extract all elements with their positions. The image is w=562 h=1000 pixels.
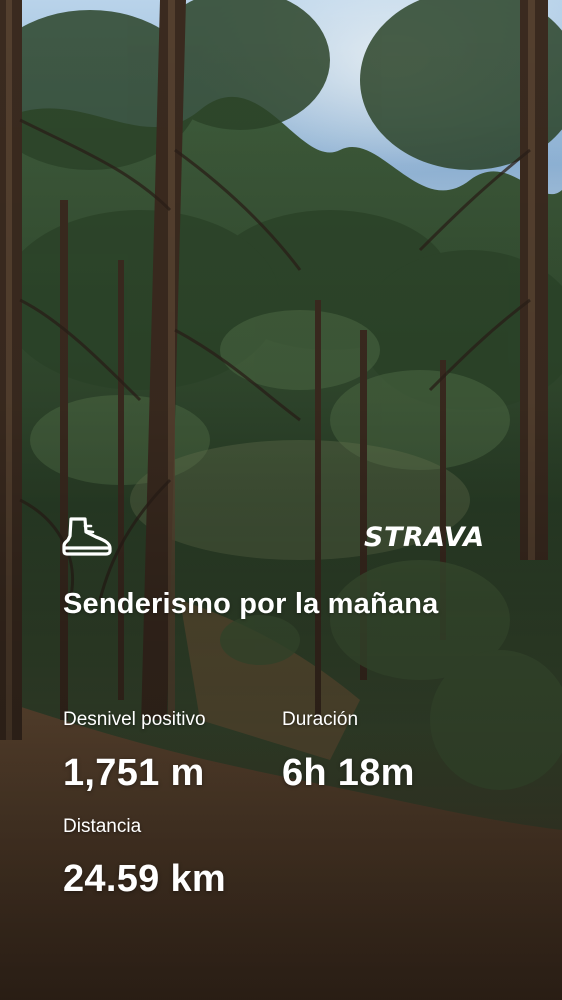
duration-label: Duración <box>282 709 359 730</box>
text-scrim <box>0 0 562 1000</box>
hiking-boot-icon <box>62 516 114 558</box>
elevation-gain-value: 1,751 m <box>63 752 205 794</box>
distance-label: Distancia <box>63 816 142 837</box>
activity-title: Senderismo por la mañana <box>63 588 439 620</box>
duration-value: 6h 18m <box>282 752 415 794</box>
strava-logo: STRAVA <box>364 522 485 553</box>
elevation-gain-label: Desnivel positivo <box>63 709 206 730</box>
distance-value: 24.59 km <box>63 858 226 900</box>
story-card: STRAVA Senderismo por la mañana Desnivel… <box>0 0 562 1000</box>
